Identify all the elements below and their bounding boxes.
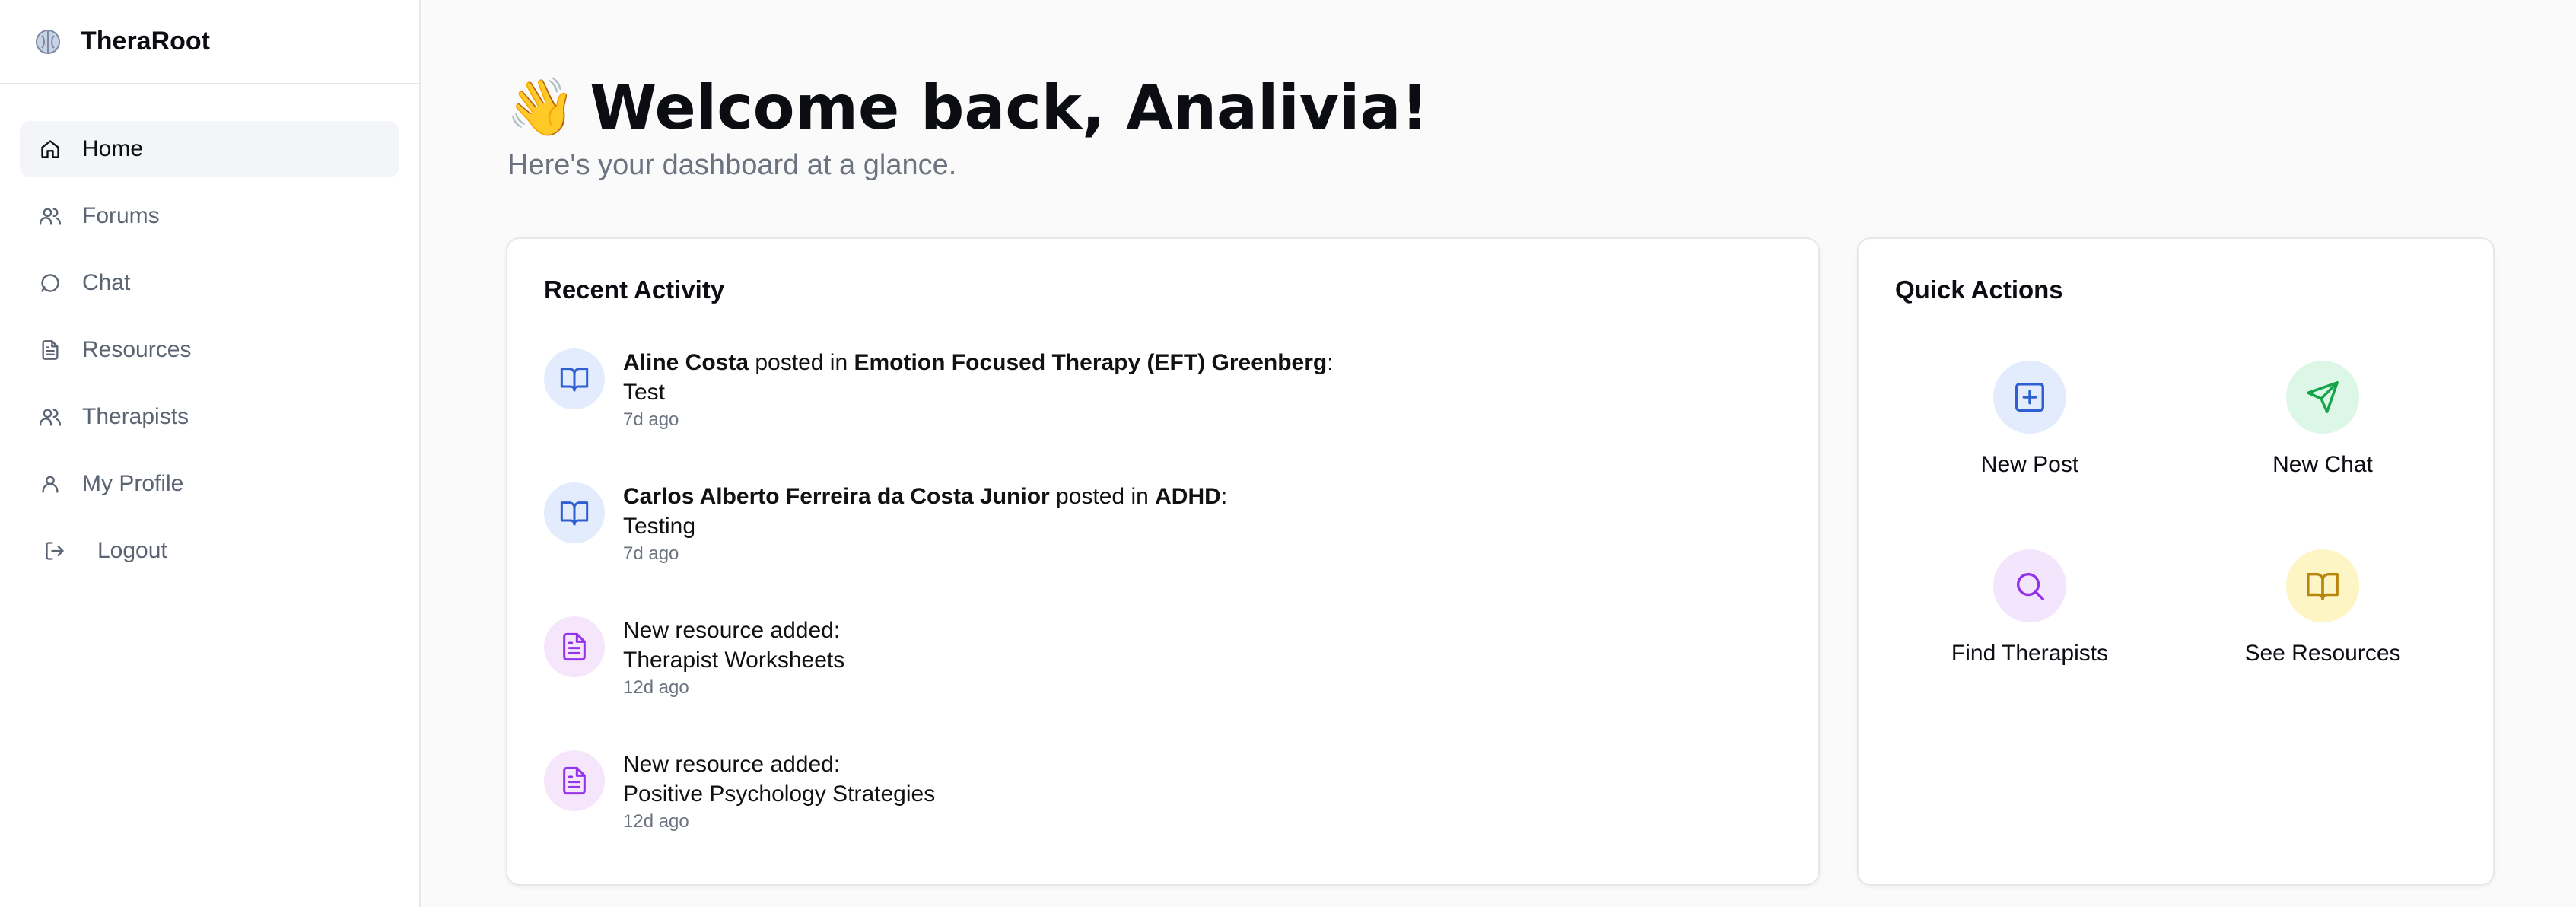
see-resources-button[interactable]: See Resources bbox=[2186, 549, 2460, 667]
book-open-icon bbox=[544, 482, 605, 543]
new-chat-button[interactable]: New Chat bbox=[2186, 361, 2460, 478]
users-icon bbox=[38, 405, 62, 429]
activity-text: Therapist Worksheets bbox=[623, 648, 845, 673]
card-title: Recent Activity bbox=[544, 275, 725, 304]
sidebar-item-label: Chat bbox=[82, 270, 131, 295]
activity-time: 7d ago bbox=[623, 543, 679, 564]
quick-action-label: See Resources bbox=[2244, 641, 2401, 666]
sidebar-item-home[interactable]: Home bbox=[20, 121, 399, 177]
document-icon bbox=[544, 616, 605, 677]
sidebar: TheraRoot Home Forums Chat Resources The… bbox=[0, 0, 421, 907]
activity-item[interactable]: Carlos Alberto Ferreira da Costa Junior … bbox=[544, 482, 1761, 566]
sidebar-item-chat[interactable]: Chat bbox=[20, 255, 399, 311]
activity-time: 12d ago bbox=[623, 677, 689, 698]
activity-item[interactable]: New resource added: Positive Psychology … bbox=[544, 750, 1761, 834]
activity-verb: posted in bbox=[1049, 484, 1156, 509]
sidebar-nav: Home Forums Chat Resources Therapists My… bbox=[0, 84, 419, 579]
sidebar-item-forums[interactable]: Forums bbox=[20, 188, 399, 244]
sidebar-item-resources[interactable]: Resources bbox=[20, 322, 399, 378]
users-icon bbox=[38, 204, 62, 228]
activity-time: 7d ago bbox=[623, 409, 679, 430]
quick-actions-card: Quick Actions New Post New Chat Find The… bbox=[1857, 237, 2495, 886]
sidebar-item-label: Logout bbox=[97, 538, 167, 563]
welcome-text: Welcome back, Analivia! bbox=[590, 72, 1429, 143]
page-title: 👋 Welcome back, Analivia! bbox=[506, 72, 1429, 143]
activity-summary: Carlos Alberto Ferreira da Costa Junior … bbox=[623, 482, 1227, 511]
user-icon bbox=[38, 472, 62, 496]
activity-summary: New resource added: bbox=[623, 752, 841, 777]
activity-forum[interactable]: ADHD bbox=[1155, 484, 1221, 509]
sidebar-item-therapists[interactable]: Therapists bbox=[20, 389, 399, 445]
activity-time: 12d ago bbox=[623, 811, 689, 832]
sidebar-item-my-profile[interactable]: My Profile bbox=[20, 456, 399, 512]
find-therapists-button[interactable]: Find Therapists bbox=[1893, 549, 2167, 667]
new-post-button[interactable]: New Post bbox=[1893, 361, 2167, 478]
chat-bubble-icon bbox=[38, 271, 62, 295]
brand-name: TheraRoot bbox=[81, 27, 210, 56]
activity-text: Test bbox=[623, 380, 666, 405]
plus-square-icon bbox=[1993, 361, 2066, 434]
sidebar-item-label: Forums bbox=[82, 203, 160, 228]
book-open-icon bbox=[544, 348, 605, 409]
send-icon bbox=[2286, 361, 2359, 434]
activity-colon: : bbox=[1220, 484, 1228, 509]
activity-summary: New resource added: bbox=[623, 618, 841, 643]
brand[interactable]: TheraRoot bbox=[0, 0, 419, 84]
quick-action-label: Find Therapists bbox=[1951, 641, 2109, 666]
activity-summary: Aline Costa posted in Emotion Focused Th… bbox=[623, 348, 1334, 377]
page-subtitle: Here's your dashboard at a glance. bbox=[507, 149, 957, 181]
activity-author[interactable]: Aline Costa bbox=[623, 350, 749, 375]
brain-icon bbox=[33, 27, 62, 56]
activity-colon: : bbox=[1327, 350, 1334, 375]
book-open-icon bbox=[2286, 549, 2359, 622]
activity-item[interactable]: Aline Costa posted in Emotion Focused Th… bbox=[544, 348, 1761, 432]
activity-verb: posted in bbox=[749, 350, 854, 375]
logout-icon bbox=[43, 539, 67, 563]
activity-text: Positive Psychology Strategies bbox=[623, 781, 936, 807]
quick-action-label: New Chat bbox=[2272, 452, 2373, 477]
document-icon bbox=[38, 338, 62, 362]
document-icon bbox=[544, 750, 605, 811]
activity-author[interactable]: Carlos Alberto Ferreira da Costa Junior bbox=[623, 484, 1050, 509]
card-title: Quick Actions bbox=[1895, 275, 2063, 304]
sidebar-item-label: My Profile bbox=[82, 471, 184, 496]
activity-item[interactable]: New resource added: Therapist Worksheets… bbox=[544, 616, 1761, 700]
sidebar-item-label: Home bbox=[82, 136, 144, 161]
waving-hand-icon: 👋 bbox=[506, 75, 577, 140]
logout-button[interactable]: Logout bbox=[20, 523, 399, 579]
home-icon bbox=[38, 137, 62, 161]
sidebar-item-label: Resources bbox=[82, 337, 192, 362]
activity-text: Testing bbox=[623, 514, 696, 539]
quick-action-label: New Post bbox=[1980, 452, 2079, 477]
recent-activity-card: Recent Activity Aline Costa posted in Em… bbox=[506, 237, 1820, 886]
activity-forum[interactable]: Emotion Focused Therapy (EFT) Greenberg bbox=[854, 350, 1327, 375]
sidebar-item-label: Therapists bbox=[82, 404, 189, 429]
search-icon bbox=[1993, 549, 2066, 622]
